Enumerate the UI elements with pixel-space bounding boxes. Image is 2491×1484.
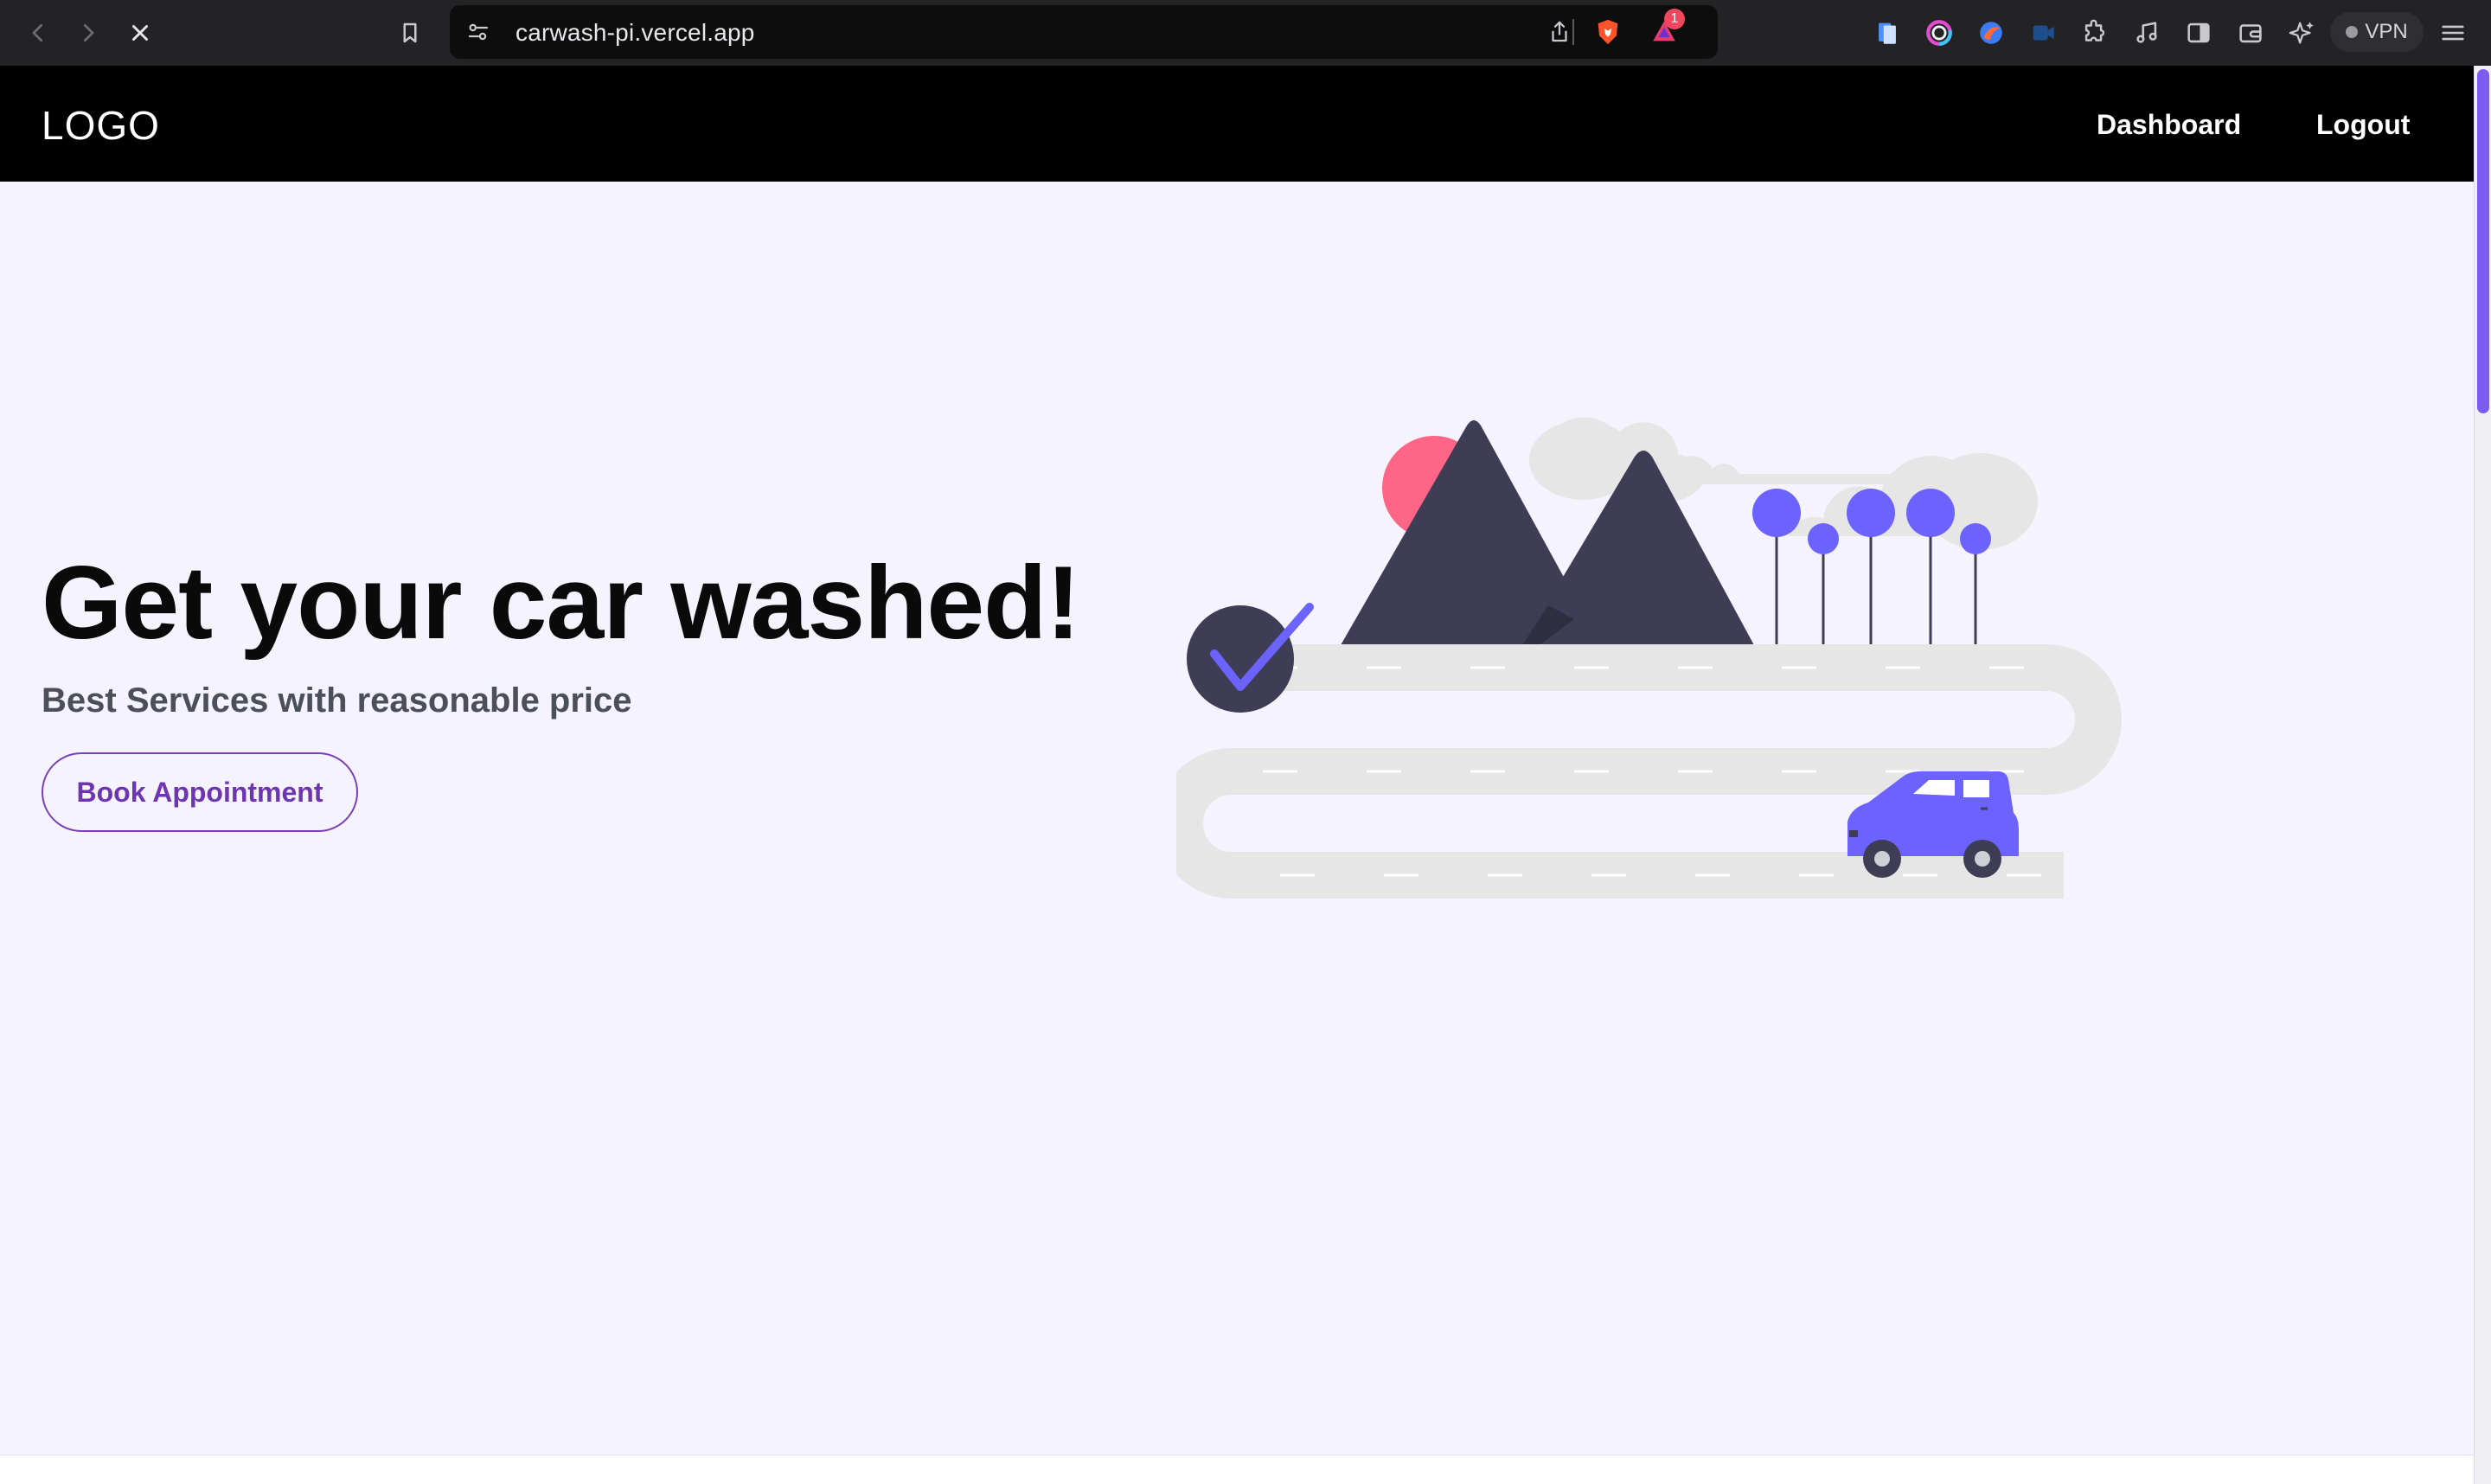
logo[interactable]: LOGO bbox=[42, 102, 160, 149]
nav-logout-link[interactable]: Logout bbox=[2316, 109, 2410, 141]
scrollbar-thumb[interactable] bbox=[2477, 69, 2489, 413]
extension-files-icon[interactable] bbox=[1868, 14, 1906, 52]
address-bar[interactable]: carwash-pi.vercel.app bbox=[450, 5, 1718, 59]
vpn-label: VPN bbox=[2365, 20, 2408, 43]
sidebar-icon[interactable] bbox=[2180, 14, 2218, 52]
book-appointment-button[interactable]: Book Appointment bbox=[42, 752, 358, 832]
leo-ai-icon[interactable] bbox=[2283, 14, 2321, 52]
hero-subtitle: Best Services with reasonable price bbox=[42, 681, 632, 720]
extension-video-icon[interactable] bbox=[2024, 14, 2062, 52]
back-icon[interactable] bbox=[19, 14, 57, 52]
vpn-button[interactable]: VPN bbox=[2330, 12, 2424, 52]
site-settings-icon[interactable] bbox=[462, 16, 495, 48]
browser-toolbar: carwash-pi.vercel.app 1 VPN bbox=[0, 0, 2491, 66]
extension-browser-icon[interactable] bbox=[1972, 14, 2010, 52]
brave-shields-icon[interactable] bbox=[1590, 14, 1626, 50]
notification-badge: 1 bbox=[1664, 9, 1685, 29]
page-scrollbar[interactable] bbox=[2474, 66, 2491, 1484]
site-header: LOGO Dashboard Logout bbox=[0, 66, 2474, 182]
hero-section: Get your car washed! Best Services with … bbox=[0, 182, 2474, 1455]
address-divider bbox=[1572, 19, 1574, 45]
check-circle-icon bbox=[1187, 605, 1294, 713]
url-text[interactable]: carwash-pi.vercel.app bbox=[515, 19, 755, 47]
hero-title: Get your car washed! bbox=[42, 545, 1080, 661]
menu-icon[interactable] bbox=[2434, 14, 2472, 52]
extension-color-icon[interactable] bbox=[1920, 14, 1958, 52]
bookmark-icon[interactable] bbox=[391, 14, 429, 52]
car-road-illustration bbox=[1176, 417, 2122, 899]
vpn-status-icon bbox=[2346, 26, 2359, 38]
wallet-icon[interactable] bbox=[2232, 14, 2270, 52]
stop-icon[interactable] bbox=[121, 14, 159, 52]
nav-dashboard-link[interactable]: Dashboard bbox=[2097, 109, 2241, 141]
extensions-puzzle-icon[interactable] bbox=[2076, 14, 2114, 52]
music-icon[interactable] bbox=[2128, 14, 2166, 52]
forward-icon[interactable] bbox=[69, 14, 107, 52]
share-icon[interactable] bbox=[1543, 16, 1576, 48]
footer-edge bbox=[0, 1455, 2474, 1484]
